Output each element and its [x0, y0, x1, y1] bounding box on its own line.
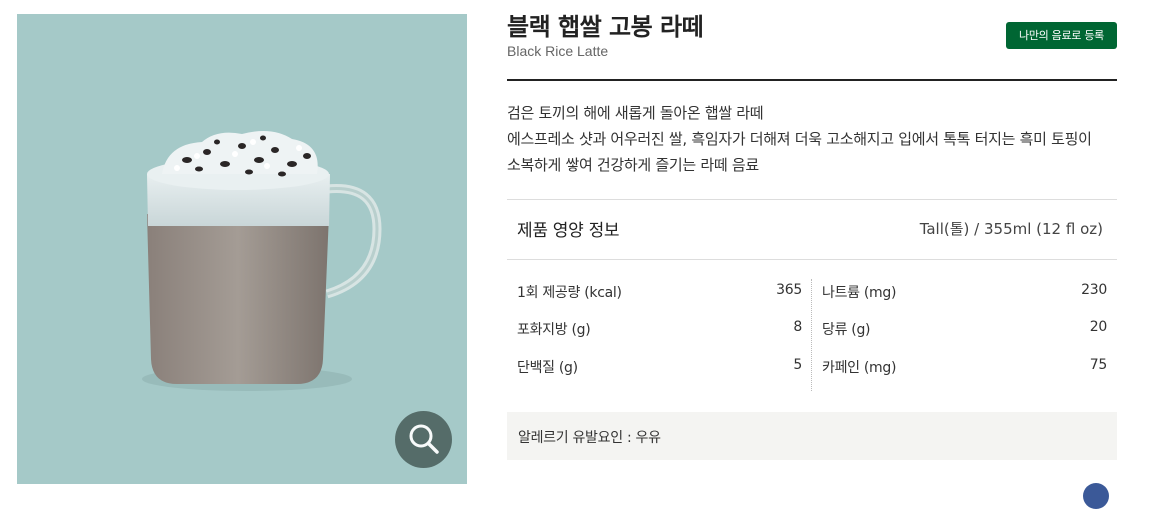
description-line: 검은 토끼의 해에 새롭게 돌아온 햅쌀 라떼 [507, 104, 764, 122]
section-divider [507, 199, 1117, 200]
nutrition-value: 365 [776, 282, 802, 298]
title-divider [507, 79, 1117, 81]
nutrition-column-divider [811, 279, 812, 391]
register-my-drink-button[interactable]: 나만의 음료로 등록 [1006, 22, 1117, 49]
nutrition-label: 포화지방 (g) [517, 322, 591, 338]
nutrition-value: 230 [1081, 282, 1107, 298]
nutrition-header-divider [507, 259, 1117, 260]
product-description: 검은 토끼의 해에 새롭게 돌아온 햅쌀 라떼 에스프레소 샷과 어우러진 쌀,… [507, 100, 1122, 178]
nutrition-value: 75 [1089, 357, 1108, 373]
product-image [17, 14, 467, 484]
allergy-text: 알레르기 유발요인 : 우유 [518, 430, 661, 446]
nutrition-value: 8 [793, 319, 802, 335]
nutrition-label: 단백질 (g) [517, 360, 578, 376]
nutrition-label: 당류 (g) [822, 322, 871, 338]
nutrition-label: 나트륨 (mg) [822, 285, 897, 301]
allergy-info: 알레르기 유발요인 : 우유 [507, 412, 1117, 460]
facebook-share-icon[interactable] [1083, 483, 1109, 509]
description-line: 소복하게 쌓여 건강하게 즐기는 라떼 음료 [507, 156, 759, 174]
product-title: 블랙 햅쌀 고봉 라떼 [507, 13, 704, 41]
nutrition-value: 20 [1089, 319, 1108, 335]
serving-size: Tall(톨) / 355ml (12 fl oz) [919, 220, 1103, 238]
magnifier-icon [409, 424, 439, 454]
zoom-button[interactable] [395, 411, 452, 468]
nutrition-title: 제품 영양 정보 [517, 221, 620, 241]
nutrition-label: 1회 제공량 (kcal) [517, 285, 622, 301]
product-subtitle: Black Rice Latte [507, 43, 609, 59]
latte-mug-image [142, 130, 382, 391]
description-line: 에스프레소 샷과 어우러진 쌀, 흑임자가 더해져 더욱 고소해지고 입에서 톡… [507, 130, 1092, 148]
nutrition-value: 5 [793, 357, 802, 373]
nutrition-label: 카페인 (mg) [822, 360, 897, 376]
